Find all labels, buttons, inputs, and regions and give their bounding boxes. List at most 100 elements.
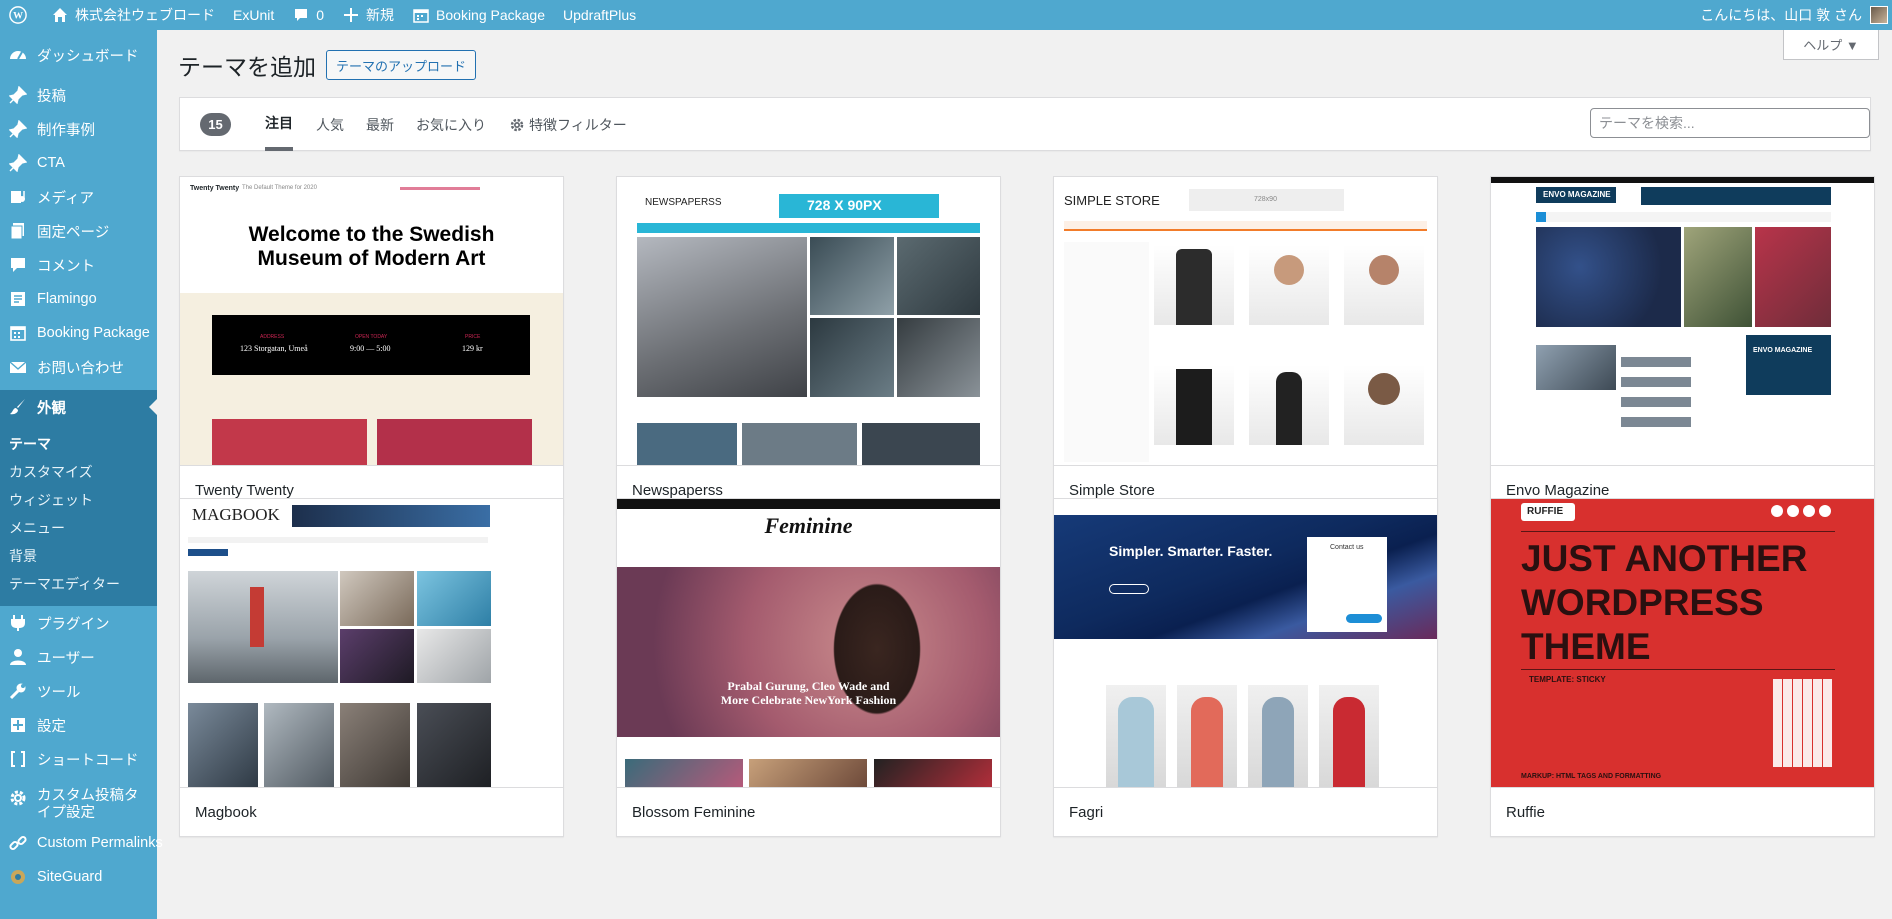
- preview-brand: Twenty Twenty: [190, 185, 240, 192]
- theme-name: Ruffie: [1491, 787, 1874, 836]
- menu-label: SiteGuard: [37, 869, 103, 885]
- preview-open-label: OPEN TODAY: [355, 334, 388, 340]
- menu-dashboard[interactable]: ダッシュボード: [0, 38, 157, 72]
- comment-icon: [8, 255, 28, 275]
- theme-count-badge: 15: [200, 113, 231, 136]
- menu-label: 投稿: [37, 88, 66, 105]
- preview-price: 129 kr: [462, 344, 483, 353]
- menu-booking-package[interactable]: Booking Package: [0, 316, 157, 350]
- theme-screenshot: Feminine Prabal Gurung, Cleo Wade and Mo…: [617, 499, 1000, 787]
- help-tab-button[interactable]: ヘルプ ▼: [1783, 30, 1879, 60]
- theme-card-newspaperss[interactable]: NEWSPAPERSS 728 X 90PX Newspaperss: [616, 176, 1001, 515]
- menu-plugins[interactable]: プラグイン: [0, 606, 157, 640]
- tab-popular[interactable]: 人気: [316, 98, 344, 151]
- site-name-link[interactable]: 株式会社ウェブロード: [42, 0, 224, 30]
- wordpress-icon: W: [9, 6, 27, 24]
- tab-feature-filter[interactable]: 特徴フィルター: [510, 98, 627, 151]
- menu-label: カスタム投稿タイプ設定: [37, 788, 139, 821]
- menu-pages[interactable]: 固定ページ: [0, 214, 157, 248]
- submenu-menus[interactable]: メニュー: [0, 514, 157, 542]
- theme-card-blossom-feminine[interactable]: Feminine Prabal Gurung, Cleo Wade and Mo…: [616, 498, 1001, 837]
- menu-contact[interactable]: お問い合わせ: [0, 350, 157, 384]
- menu-posts[interactable]: 投稿: [0, 78, 157, 112]
- new-content-link[interactable]: 新規: [333, 0, 403, 30]
- menu-label: ショートコード: [37, 752, 139, 769]
- menu-settings[interactable]: 設定: [0, 708, 157, 742]
- comment-icon: [292, 6, 310, 24]
- calendar-icon: [412, 6, 430, 24]
- theme-card-fagri[interactable]: Simpler. Smarter. Faster. Contact us Fag…: [1053, 498, 1438, 837]
- my-account-link[interactable]: こんにちは、山口 敦 さん: [1691, 0, 1892, 30]
- preview-heading: JUST ANOTHER WORDPRESS THEME: [1521, 538, 1808, 667]
- exunit-link[interactable]: ExUnit: [224, 0, 283, 30]
- preview-tagline: The Default Theme for 2020: [242, 185, 317, 191]
- comments-count: 0: [316, 7, 325, 23]
- theme-card-ruffie[interactable]: RUFFIE JUST ANOTHER WORDPRESS THEME TEMP…: [1490, 498, 1875, 837]
- menu-label: ダッシュボード: [37, 48, 139, 65]
- upload-theme-button[interactable]: テーマのアップロード: [326, 50, 477, 80]
- menu-custom-permalinks[interactable]: Custom Permalinks: [0, 826, 163, 860]
- gear-icon: [8, 788, 28, 808]
- comments-link[interactable]: 0: [283, 0, 333, 30]
- booking-package-link[interactable]: Booking Package: [403, 0, 554, 30]
- menu-comments[interactable]: コメント: [0, 248, 157, 282]
- preview-address-label: ADDRESS: [260, 334, 285, 340]
- tab-latest[interactable]: 最新: [366, 98, 394, 151]
- menu-label: Flamingo: [37, 291, 97, 307]
- tab-featured[interactable]: 注目: [265, 98, 293, 151]
- theme-card-magbook[interactable]: MAGBOOK Magbook: [179, 498, 564, 837]
- theme-card-simple-store[interactable]: SIMPLE STORE 728x90 Simple Store: [1053, 176, 1438, 515]
- appearance-submenu: テーマ カスタマイズ ウィジェット メニュー 背景 テーマエディター: [0, 424, 157, 606]
- submenu-theme-editor[interactable]: テーマエディター: [0, 570, 157, 598]
- exunit-label: ExUnit: [233, 7, 275, 23]
- menu-label: Custom Permalinks: [37, 835, 163, 851]
- menu-works[interactable]: 制作事例: [0, 112, 157, 146]
- wordpress-logo[interactable]: W: [0, 0, 42, 30]
- site-name: 株式会社ウェブロード: [75, 7, 215, 23]
- menu-tools[interactable]: ツール: [0, 674, 157, 708]
- menu-label: コメント: [37, 258, 95, 275]
- menu-media[interactable]: メディア: [0, 180, 157, 214]
- theme-name: Blossom Feminine: [617, 787, 1000, 836]
- theme-screenshot: NEWSPAPERSS 728 X 90PX: [617, 177, 1000, 465]
- mail-icon: [8, 357, 28, 377]
- preview-ad: 728x90: [1254, 196, 1277, 203]
- menu-cta[interactable]: CTA: [0, 146, 157, 180]
- tab-favorites[interactable]: お気に入り: [416, 98, 486, 151]
- main-content: ヘルプ ▼ テーマを追加 テーマのアップロード 15 注目 人気 最新 お気に入…: [157, 30, 1892, 919]
- greeting: こんにちは、山口 敦 さん: [1700, 7, 1862, 23]
- menu-label: お問い合わせ: [37, 360, 124, 377]
- wrench-icon: [8, 681, 28, 701]
- preview-sub1: TEMPLATE: STICKY: [1529, 675, 1606, 684]
- updraftplus-link[interactable]: UpdraftPlus: [554, 0, 645, 30]
- menu-flamingo[interactable]: Flamingo: [0, 282, 157, 316]
- theme-card-twenty-twenty[interactable]: Twenty Twenty The Default Theme for 2020…: [179, 176, 564, 515]
- preview-ad: 728 X 90PX: [807, 197, 882, 213]
- flamingo-icon: [8, 289, 28, 309]
- theme-card-envo-magazine[interactable]: ENVO MAGAZINE ENVO MAGAZINE Envo Magazin…: [1490, 176, 1875, 515]
- menu-custom-post-type[interactable]: カスタム投稿タイプ設定: [0, 782, 157, 826]
- menu-shortcode[interactable]: ショートコード: [0, 742, 157, 776]
- theme-name: Fagri: [1054, 787, 1437, 836]
- theme-search-input[interactable]: [1590, 108, 1870, 138]
- submenu-themes[interactable]: テーマ: [0, 430, 157, 458]
- theme-screenshot: Simpler. Smarter. Faster. Contact us: [1054, 499, 1437, 787]
- preview-logo: RUFFIE: [1527, 506, 1564, 517]
- link-icon: [8, 833, 28, 853]
- submenu-customize[interactable]: カスタマイズ: [0, 458, 157, 486]
- menu-siteguard[interactable]: SiteGuard: [0, 860, 157, 894]
- settings-icon: [8, 715, 28, 735]
- preview-ad-logo: ENVO MAGAZINE: [1753, 347, 1813, 354]
- avatar: [1870, 6, 1888, 24]
- plus-icon: [342, 6, 360, 24]
- menu-users[interactable]: ユーザー: [0, 640, 157, 674]
- brush-icon: [8, 397, 28, 417]
- menu-label: Booking Package: [37, 325, 150, 341]
- preview-price-label: PRICE: [465, 334, 481, 340]
- submenu-background[interactable]: 背景: [0, 542, 157, 570]
- preview-contact: Contact us: [1330, 544, 1364, 551]
- submenu-widgets[interactable]: ウィジェット: [0, 486, 157, 514]
- dashboard-icon: [8, 45, 28, 65]
- menu-appearance[interactable]: 外観: [0, 390, 157, 424]
- theme-screenshot: MAGBOOK: [180, 499, 563, 787]
